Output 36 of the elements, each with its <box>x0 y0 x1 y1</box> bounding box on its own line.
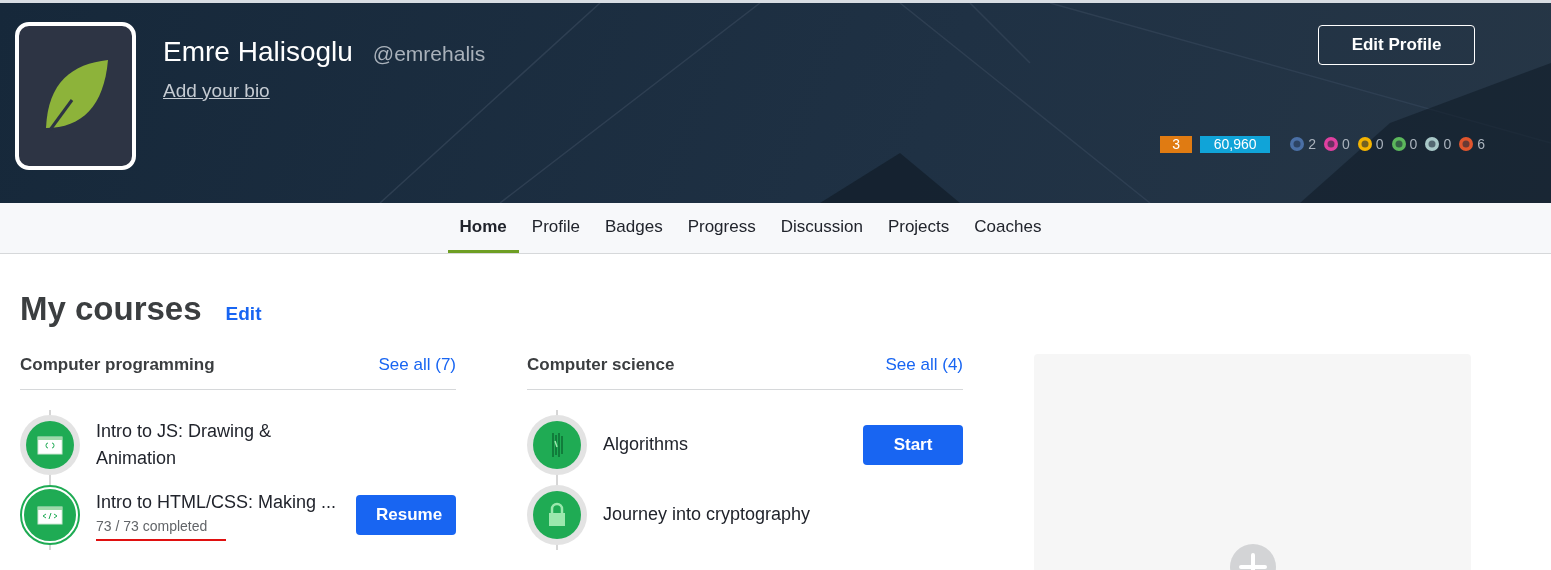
nav-tab[interactable]: Profile <box>519 203 592 253</box>
course-title[interactable]: Intro to HTML/CSS: Making ... <box>96 488 344 516</box>
nav-tab[interactable]: Projects <box>875 203 962 253</box>
nav-tab[interactable]: Discussion <box>768 203 875 253</box>
add-card[interactable] <box>1034 353 1471 570</box>
nav-tab[interactable]: Home <box>447 203 519 253</box>
edit-link[interactable]: Edit <box>225 300 262 329</box>
resume-button[interactable]: Resume <box>356 494 456 535</box>
nav-tab[interactable]: Badges <box>593 203 675 253</box>
add-bio-link[interactable]: Add your bio <box>163 77 270 106</box>
group-title: Computer science <box>527 354 675 377</box>
level-badge: 3 <box>1160 135 1193 153</box>
group-title: Computer programming <box>20 354 215 377</box>
course-title[interactable]: Algorithms <box>603 431 851 458</box>
see-all-link[interactable]: See all (7) <box>378 352 456 378</box>
progress-text: 73 / 73 completed <box>96 516 209 536</box>
badge-count: 6 <box>1477 135 1485 154</box>
start-button[interactable]: Start <box>863 424 963 465</box>
badge-count: 0 <box>1409 135 1418 154</box>
course-icon <box>533 490 581 539</box>
nav-tab[interactable]: Coaches <box>962 203 1054 253</box>
page-title: My courses <box>20 289 202 329</box>
points-badge: 60,960 <box>1200 135 1271 153</box>
nav-tab[interactable]: Progress <box>675 203 768 253</box>
see-all-link[interactable]: See all (4) <box>885 352 963 378</box>
profile-name: Emre Halisoglu <box>163 35 353 69</box>
badge-count: 0 <box>1342 135 1350 154</box>
course-icon <box>26 420 74 469</box>
badge-count: 2 <box>1308 135 1316 154</box>
course-icon <box>533 420 581 469</box>
badge-count: 0 <box>1375 135 1384 154</box>
course-title[interactable]: Journey into cryptography <box>603 501 853 528</box>
profile-username: @emrehalis <box>372 41 486 67</box>
edit-profile-button[interactable]: Edit Profile <box>1318 25 1475 65</box>
course-title[interactable]: Intro to JS: Drawing & Animation <box>96 417 346 472</box>
badge-count: 0 <box>1443 135 1452 154</box>
